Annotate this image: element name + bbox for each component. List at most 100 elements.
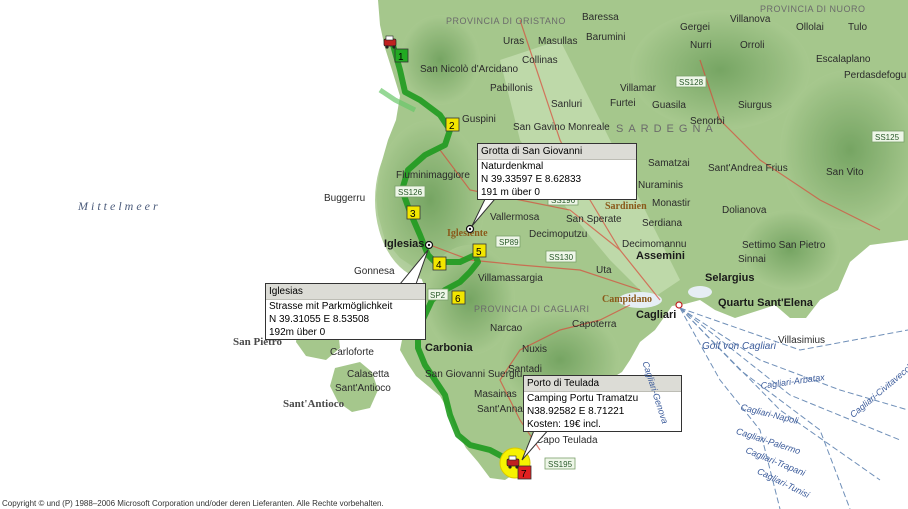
town-label: Tulo: [848, 22, 868, 33]
road-shield-ss125: SS125: [871, 130, 905, 143]
poi-label-sardinien: Sardinien: [605, 201, 647, 212]
pushpin-icon[interactable]: [465, 224, 475, 234]
svg-text:1: 1: [398, 52, 404, 63]
svg-text:SP89: SP89: [499, 238, 519, 247]
waypoint-marker-6[interactable]: 6: [451, 290, 466, 305]
town-label: Pabillonis: [490, 83, 533, 94]
town-label: Vallermosa: [490, 212, 540, 223]
svg-text:4: 4: [436, 260, 442, 271]
map-canvas[interactable]: PROVINCIA DI ORISTANO PROVINCIA DI NUORO…: [0, 0, 908, 509]
town-label: Villasimius: [778, 335, 825, 346]
svg-text:7: 7: [521, 469, 527, 480]
town-label: Villamar: [620, 83, 657, 94]
town-label: Collinas: [522, 55, 558, 66]
svg-text:2: 2: [449, 121, 455, 132]
waypoint-marker-7[interactable]: 7: [517, 465, 532, 480]
callout-title: Iglesias: [266, 284, 425, 300]
island-label-santantioco: Sant'Antioco: [283, 398, 345, 410]
waypoint-marker-4[interactable]: 4: [432, 256, 447, 271]
callout-line: N 39.31055 E 8.53508: [269, 314, 370, 325]
town-label: Settimo San Pietro: [742, 240, 826, 251]
town-label: Serdiana: [642, 218, 682, 229]
town-label: Baressa: [582, 12, 619, 23]
town-label: Capoterra: [572, 319, 617, 330]
town-label: Barumini: [586, 32, 625, 43]
waypoint-marker-5[interactable]: 5: [472, 243, 487, 258]
town-label: Guasila: [652, 100, 686, 111]
town-label: San Nicolò d'Arcidano: [420, 64, 519, 75]
road-shield-sp2: SP2: [427, 288, 449, 301]
town-label: Perdasdefogu: [844, 70, 906, 81]
town-label: Gergei: [680, 22, 710, 33]
town-label: Siurgus: [738, 100, 772, 111]
road-shield-ss195: SS195: [544, 457, 576, 470]
map-view[interactable]: PROVINCIA DI ORISTANO PROVINCIA DI NUORO…: [0, 0, 908, 509]
town-label: Carloforte: [330, 347, 374, 358]
town-label: Escalaplano: [816, 54, 871, 65]
town-label: Ollolai: [796, 22, 824, 33]
town-label: Samatzai: [648, 158, 690, 169]
road-shield-ss130: SS130: [545, 250, 577, 263]
svg-text:SP2: SP2: [430, 291, 446, 300]
region-label-oristano: PROVINCIA DI ORISTANO: [446, 16, 566, 26]
callout-title: Grotta di San Giovanni: [478, 144, 636, 160]
waypoint-marker-2[interactable]: 2: [445, 117, 460, 132]
callout-line: N 39.33597 E 8.62833: [481, 174, 582, 185]
town-label-bold: Cagliari: [636, 309, 676, 321]
svg-text:6: 6: [455, 294, 461, 305]
town-label: Nurri: [690, 40, 712, 51]
town-label: Decimoputzu: [529, 229, 587, 240]
callout-line: 192m über 0: [269, 327, 326, 338]
town-label: Nuxis: [522, 344, 547, 355]
town-label: Masullas: [538, 36, 577, 47]
town-label: Narcao: [490, 323, 523, 334]
town-label: Uta: [596, 265, 612, 276]
region-label-cagliari: PROVINCIA DI CAGLIARI: [474, 304, 590, 314]
lagoon: [688, 286, 712, 298]
town-label: San Gavino Monreale: [513, 122, 610, 133]
gulf-label: Golf von Cagliari: [702, 341, 777, 352]
town-label: Calasetta: [347, 369, 390, 380]
town-label: Furtei: [610, 98, 636, 109]
svg-text:5: 5: [476, 247, 482, 258]
copyright-notice: Copyright © und (P) 1988–2006 Microsoft …: [2, 499, 384, 508]
town-label-bold: Quartu Sant'Elena: [718, 297, 814, 309]
town-label: Senorbì: [690, 116, 725, 127]
callout-line: 191 m über 0: [481, 187, 540, 198]
town-label-bold: Selargius: [705, 272, 755, 284]
road-shield-ss128: SS128: [675, 75, 707, 88]
callout-grotta[interactable]: Grotta di San Giovanni Naturdenkmal N 39…: [477, 143, 637, 200]
town-label: Sanluri: [551, 99, 582, 110]
town-label: Fluminimaggiore: [396, 170, 470, 181]
town-label: Sant'Andrea Frius: [708, 163, 788, 174]
svg-text:3: 3: [410, 209, 416, 220]
town-label: Villamassargia: [478, 273, 543, 284]
waypoint-marker-1[interactable]: 1: [394, 48, 409, 63]
pushpin-icon[interactable]: [424, 240, 434, 250]
town-label: Santadi: [508, 364, 542, 375]
city-marker-icon: [675, 301, 683, 309]
town-label: Monastir: [652, 198, 691, 209]
town-label-bold: Assemini: [636, 250, 685, 262]
town-label: Nuraminis: [638, 180, 683, 191]
road-shield-ss126: SS126: [394, 185, 426, 198]
town-label: Dolianova: [722, 205, 767, 216]
callout-line: Strasse mit Parkmöglichkeit: [269, 301, 393, 312]
town-label: Orroli: [740, 40, 764, 51]
road-shield-sp89: SP89: [495, 235, 521, 248]
town-label: Villanova: [730, 14, 771, 25]
svg-text:SS128: SS128: [679, 78, 704, 87]
town-label: Sinnai: [738, 254, 766, 265]
town-label: Uras: [503, 36, 524, 47]
town-label: Gonnesa: [354, 266, 395, 277]
sea-label: Mittelmeer: [77, 199, 161, 213]
waypoint-marker-3[interactable]: 3: [406, 205, 421, 220]
callout-iglesias[interactable]: Iglesias Strasse mit Parkmöglichkeit N 3…: [265, 283, 426, 340]
svg-text:SS126: SS126: [398, 188, 423, 197]
town-label: Capo Teulada: [536, 435, 598, 446]
region-label-nuoro: PROVINCIA DI NUORO: [760, 4, 866, 14]
town-label-bold: Carbonia: [425, 342, 474, 354]
town-label: Decimomannu: [622, 239, 686, 250]
town-label: San Vito: [826, 167, 864, 178]
callout-line: Kosten: 19€ incl.: [527, 419, 601, 430]
